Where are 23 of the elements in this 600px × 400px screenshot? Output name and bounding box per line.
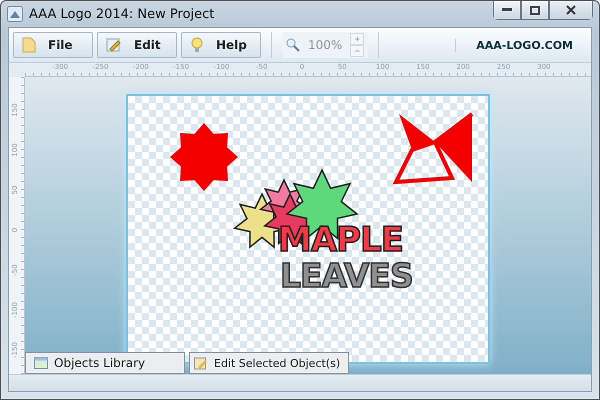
panel-tab[interactable]: Objects Library [25,352,185,374]
pencil-icon [194,356,208,370]
close-button[interactable] [549,1,593,20]
magnifier-icon [286,38,300,52]
minimize-icon [502,8,512,12]
zoom-level: 100% [308,38,342,52]
minimize-button[interactable] [493,1,521,20]
lightbulb-icon [190,37,204,53]
maximize-button[interactable] [521,1,549,20]
document-icon [22,37,36,53]
window-icon [34,357,48,369]
website-link[interactable]: AAA-LOGO.COM [455,38,587,52]
octagram-shape [170,123,238,191]
menu-button[interactable]: File [13,32,93,58]
panel-tab[interactable]: Edit Selected Object(s) [189,352,349,374]
app-icon [7,6,23,22]
zoom-out-button[interactable]: − [350,45,364,57]
menu-button[interactable]: Help [181,32,261,58]
menu-button[interactable]: Edit [97,32,177,58]
maximize-icon [530,6,540,14]
pencil-icon [106,37,122,53]
window-title: AAA Logo 2014: New Project [29,6,216,22]
close-icon [566,5,576,15]
